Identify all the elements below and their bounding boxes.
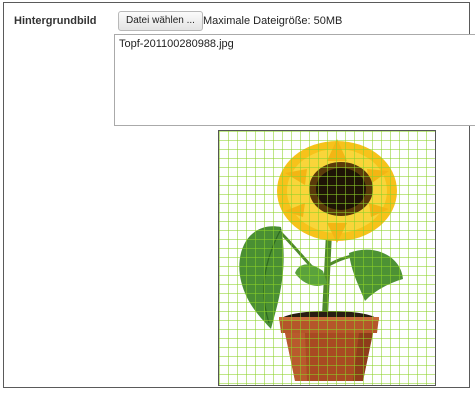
sunflower-pot-image [239,139,403,381]
field-label: Hintergrundbild [14,15,97,27]
upload-panel: Hintergrundbild Datei wählen ... Maximal… [3,2,475,388]
selected-file-box[interactable]: Topf-201100280988.jpg [114,34,475,126]
max-file-size-text: Maximale Dateigröße: 50MB [203,15,343,27]
image-preview [218,130,436,386]
selected-file-name: Topf-201100280988.jpg [119,38,234,50]
choose-file-button[interactable]: Datei wählen ... [118,11,203,31]
